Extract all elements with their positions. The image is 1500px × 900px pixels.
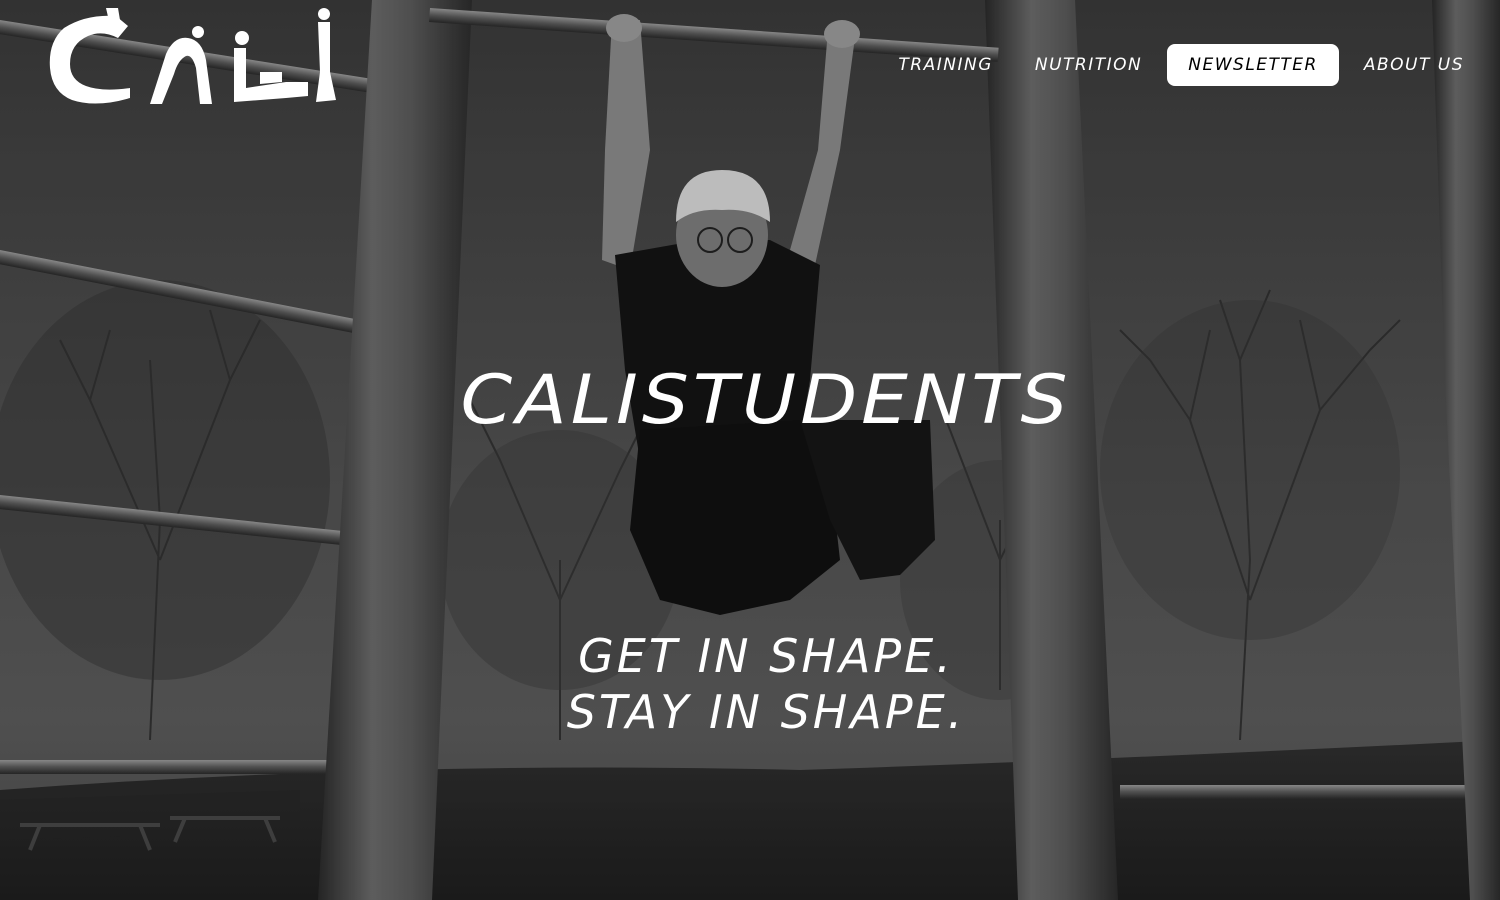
hero-tagline-line-1: GET IN SHAPE.: [578, 629, 954, 683]
hero-tagline-line-2: STAY IN SHAPE.: [566, 685, 966, 739]
hero-section: TRAINING NUTRITION NEWSLETTER ABOUT US C…: [0, 0, 1500, 900]
cali-logo-image: [49, 8, 336, 104]
main-navigation: TRAINING NUTRITION NEWSLETTER ABOUT US: [877, 44, 1500, 86]
hero-title: CALISTUDENTS: [460, 360, 1072, 440]
nav-item-about-us[interactable]: ABOUT US: [1343, 44, 1500, 86]
nav-item-training[interactable]: TRAINING: [877, 44, 1013, 86]
background-dim-overlay: [0, 0, 1500, 900]
cali-logo[interactable]: [46, 8, 340, 112]
nav-item-newsletter[interactable]: NEWSLETTER: [1167, 44, 1339, 86]
nav-item-nutrition[interactable]: NUTRITION: [1014, 44, 1163, 86]
hero-tagline: GET IN SHAPE. STAY IN SHAPE.: [0, 628, 1500, 740]
